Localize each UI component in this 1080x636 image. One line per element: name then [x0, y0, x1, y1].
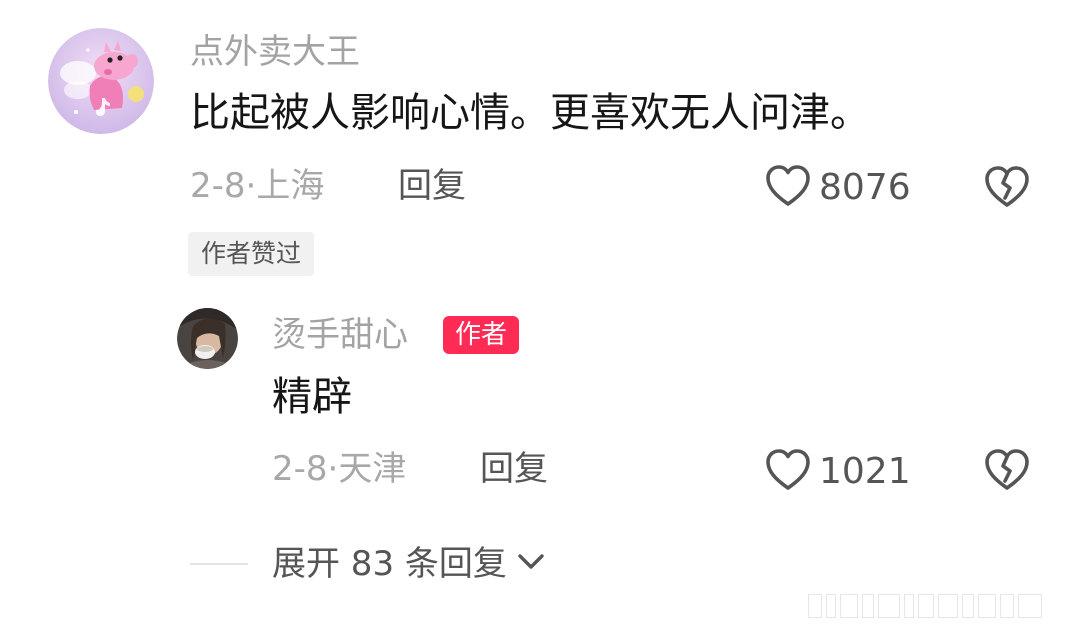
heart-outline-icon	[765, 164, 811, 212]
comment-dislike-button[interactable]	[984, 165, 1030, 213]
chevron-down-icon	[517, 552, 545, 576]
reply-meta: 2-8·天津	[272, 449, 407, 489]
comment-thread: 点外卖大王 比起被人影响心情。更喜欢无人问津。 2-8·上海 回复 8076 作…	[0, 0, 1080, 636]
reply-dislike-button[interactable]	[984, 448, 1030, 496]
expand-replies-label: 展开 83 条回复	[272, 544, 507, 584]
reply-avatar-image	[177, 308, 238, 369]
expand-divider	[190, 563, 248, 565]
watermark	[808, 594, 1070, 618]
comment-meta: 2-8·上海	[190, 166, 325, 206]
author-tag: 作者	[443, 316, 520, 354]
reply-text: 精辟	[272, 374, 352, 420]
heart-outline-icon	[765, 448, 811, 496]
expand-replies-button[interactable]: 展开 83 条回复	[272, 542, 545, 586]
broken-heart-icon	[984, 448, 1030, 496]
comment-like-count: 8076	[819, 167, 911, 208]
reply-like-button[interactable]: 1021	[765, 448, 911, 496]
comment-text: 比起被人影响心情。更喜欢无人问津。	[190, 90, 870, 136]
author-liked-badge: 作者赞过	[188, 232, 315, 276]
comment-like-button[interactable]: 8076	[765, 164, 911, 212]
reply-reply-button[interactable]: 回复	[480, 449, 548, 489]
reply-like-count: 1021	[819, 451, 911, 492]
comment-reply-button[interactable]: 回复	[398, 166, 466, 206]
avatar-image	[48, 28, 154, 134]
comment-username[interactable]: 点外卖大王	[190, 32, 360, 72]
reply-username[interactable]: 烫手甜心	[272, 315, 408, 355]
avatar[interactable]	[48, 28, 154, 134]
reply-avatar[interactable]	[177, 308, 238, 369]
broken-heart-icon	[984, 165, 1030, 213]
